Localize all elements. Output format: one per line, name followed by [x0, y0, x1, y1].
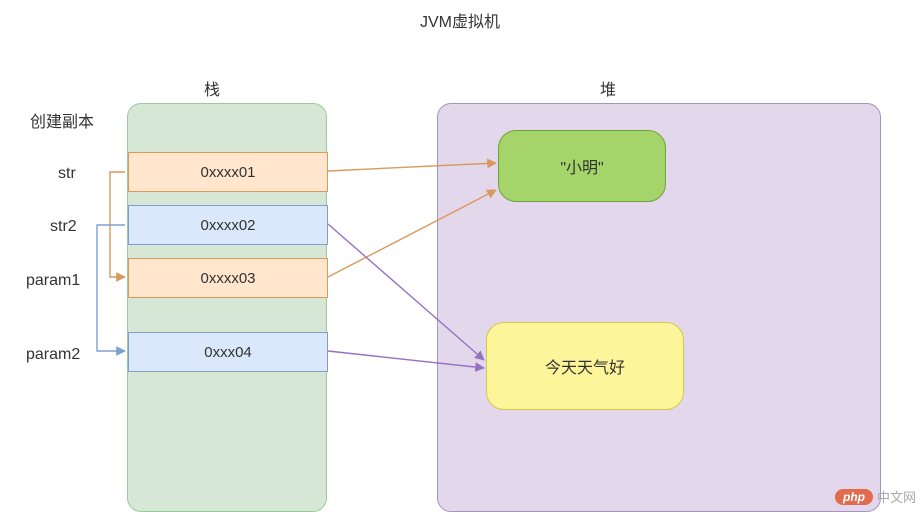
stack-cell-4: 0xxx04 — [128, 332, 328, 372]
watermark-logo: php — [835, 489, 873, 505]
watermark: php 中文网 — [835, 487, 916, 506]
stack-cell-1: 0xxxx01 — [128, 152, 328, 192]
arrow-str-to-param1 — [110, 172, 125, 277]
heap-object-2: 今天天气好 — [486, 322, 684, 410]
var-label-str: str — [58, 165, 76, 183]
heap-title: 堆 — [600, 76, 616, 100]
var-label-param1: param1 — [26, 272, 80, 290]
copy-label: 创建副本 — [30, 108, 94, 132]
page-title: JVM虚拟机 — [0, 8, 920, 32]
stack-cell-3: 0xxxx03 — [128, 258, 328, 298]
stack-title: 栈 — [204, 76, 220, 100]
stack-region: 0xxxx01 0xxxx02 0xxxx03 0xxx04 — [127, 103, 327, 512]
arrow-str2-to-param2 — [97, 225, 125, 351]
heap-region: "小明" 今天天气好 — [437, 103, 881, 512]
var-label-str2: str2 — [50, 218, 77, 236]
var-label-param2: param2 — [26, 346, 80, 364]
stack-cell-2: 0xxxx02 — [128, 205, 328, 245]
heap-object-1: "小明" — [498, 130, 666, 202]
watermark-text: 中文网 — [877, 487, 916, 506]
